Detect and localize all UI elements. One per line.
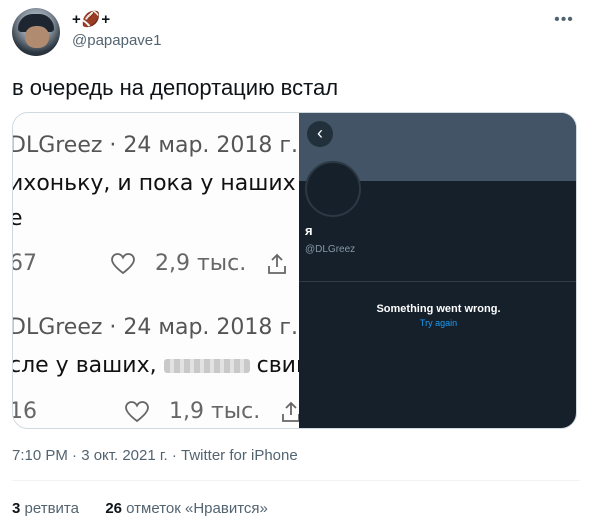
profile-handle: @DLGreez [305,244,356,255]
media-screenshot-profile: ‹ я @DLGreez Something went wrong. Try a… [299,113,576,428]
post2-line1: сле у ваших, свине [13,353,299,378]
avatar-face [25,26,49,48]
author-display-name[interactable]: +🏈+ [72,10,111,28]
post1-line2: е [13,206,23,231]
retweets-stat[interactable]: 3 ретвита [12,500,79,517]
share-icon [282,401,299,422]
author-handle[interactable]: @papapave1 [72,32,161,49]
post2-replies: 16 [13,399,37,424]
tweet-timestamp[interactable]: 7:10 PM · 3 окт. 2021 г. · Twitter for i… [12,447,298,464]
post2-likes: 1,9 тыс. [169,399,261,424]
media-screenshot-tweets: DLGreez · 24 мар. 2018 г. ихоньку, и пок… [13,113,299,428]
back-arrow-icon: ‹ [307,121,333,147]
retweets-count: 3 [12,500,21,517]
post2-meta: DLGreez · 24 мар. 2018 г. [13,315,298,340]
post2-stats: 16 1,9 тыс. [13,399,299,424]
more-options-icon[interactable]: ••• [554,10,574,30]
post1-line1: ихоньку, и пока у наших с [13,171,299,196]
likes-stat[interactable]: 26 отметок «Нравится» [105,500,268,517]
likes-label: отметок «Нравится» [126,500,268,517]
try-again-link: Try again [419,318,458,328]
post1-replies: 67 [13,251,37,276]
tweet-media[interactable]: DLGreez · 24 мар. 2018 г. ихоньку, и пок… [12,112,577,429]
post1-likes: 2,9 тыс. [155,251,247,276]
post2-line1-end: свине [256,353,299,378]
profile-divider [299,281,576,282]
retweets-label: ретвита [24,500,79,517]
share-icon [268,253,287,274]
tweet-text: в очередь на депортацию встал [12,75,339,100]
redacted-blur [163,359,250,373]
heart-icon [111,253,135,275]
profile-name: я [305,223,313,238]
post1-meta: DLGreez · 24 мар. 2018 г. [13,133,298,158]
heart-icon [125,401,149,423]
author-avatar[interactable] [12,8,60,56]
error-message: Something went wrong. [376,303,501,315]
tweet-stats: 3 ретвита 26 отметок «Нравится» [12,500,268,517]
post1-stats: 67 2,9 тыс. [13,251,288,276]
stats-divider [12,480,580,481]
post2-line1-start: сле у ваших, [13,353,157,378]
profile-avatar [305,161,361,217]
likes-count: 26 [105,500,122,517]
